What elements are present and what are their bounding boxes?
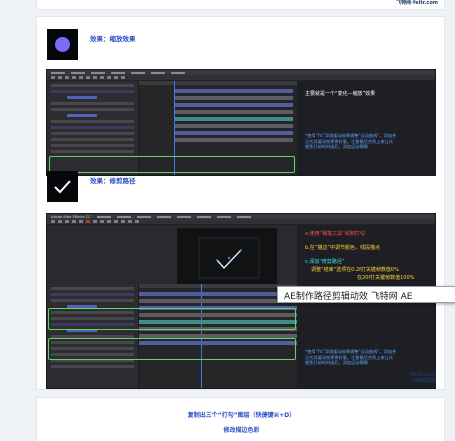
section-2-note-5: 在20f打关键帧数值100% (357, 275, 415, 281)
section-1-header: 效果：缩放效果 (47, 29, 136, 60)
highlight-outline-top (48, 308, 296, 330)
brand-watermark-top: 飞特网·feitr.com (396, 0, 438, 6)
bottom-step-line-2: 修改描边色彩 (223, 427, 260, 434)
section-2-title: 效果：修剪路径 (90, 176, 136, 185)
section-1-note-main: 主要就是一个“变化—缩放”效果 (305, 91, 376, 97)
section-1-note-detail: *使用“F4”添加缓动效果调整“运动曲线”，添加关 注式导缓动效果更好看。注意最… (305, 133, 397, 150)
ae-notes-panel: 主要就是一个“变化—缩放”效果 *使用“F4”添加缓动效果调整“运动曲线”，添加… (297, 81, 435, 175)
ae-timeline (139, 284, 297, 388)
checkmark-icon (54, 180, 71, 194)
section-2-header: 效果：修剪路径 (47, 171, 136, 202)
section-2-note-4: 调整“结束”选项在0.2f打关键帧数值0% (311, 267, 399, 273)
ae-composition-viewer[interactable] (177, 228, 277, 288)
section-2-thumbnail (47, 171, 78, 202)
ae-timeline-ruler (139, 81, 297, 85)
section-2-note-2: b.在“描边”中调节颜色，线段描点 (305, 245, 380, 251)
ae-layer-panel (47, 284, 139, 388)
ae-notes-panel: a.使用“钢笔工具”绘制打勾 b.在“描边”中调节颜色，线段描点 c.添加“修剪… (297, 225, 435, 388)
section-1-title: 效果：缩放效果 (90, 34, 136, 43)
previous-card: 飞特网·feitr.com (36, 0, 445, 10)
section-1-thumbnail (47, 29, 78, 60)
bottom-step-line-1: 复制出三个“打勾”图层（快捷键⌘+D） (187, 412, 296, 419)
section-2-note-detail: *使用“F4”添加缓动效果调整“运动曲线”，添加关 注式导缓动效果更好看。注意最… (305, 349, 397, 366)
next-card: 复制出三个“打勾”图层（快捷键⌘+D） 修改描边色彩 (36, 397, 445, 441)
highlight-outline-bottom (48, 338, 296, 360)
page: 飞特网·feitr.com 效果：缩放效果 主要就是一个“变化—缩放”效果 *使… (0, 0, 455, 441)
section-2-note-3: c.添加“修剪路径” (305, 259, 345, 265)
tutorial-card: 效果：缩放效果 主要就是一个“变化—缩放”效果 *使用“F4”添加缓动效果调整“… (36, 16, 445, 390)
brand-watermark-bottom: feitr.com 飞特教程网 (410, 372, 436, 384)
image-alt-tooltip: AE制作路径剪辑动效 飞特网 AE (277, 286, 455, 303)
ae-screenshot-scale: 主要就是一个“变化—缩放”效果 *使用“F4”添加缓动效果调整“运动曲线”，添加… (46, 69, 436, 176)
circle-icon (55, 37, 70, 52)
section-2-note-1: a.使用“钢笔工具”绘制打勾 (305, 231, 365, 237)
